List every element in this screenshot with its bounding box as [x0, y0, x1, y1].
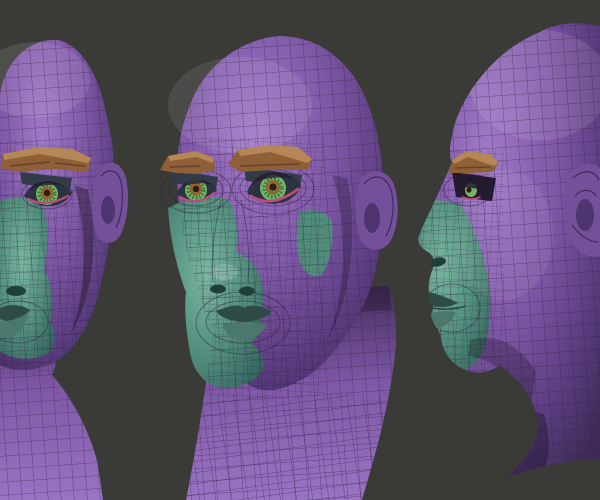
ear-canal: [364, 203, 380, 233]
pupil: [43, 189, 51, 197]
pupil: [466, 187, 472, 193]
nostril-shadow: [210, 284, 226, 294]
pupil: [269, 183, 277, 191]
render-viewport: [0, 0, 600, 500]
nostril-shadow: [239, 286, 255, 296]
3d-render: [0, 0, 600, 500]
ear-canal: [576, 199, 594, 231]
ear-canal: [101, 196, 115, 224]
pupil: [192, 185, 200, 193]
wireframe-neck: [186, 395, 398, 500]
nostril-shadow: [6, 286, 26, 296]
